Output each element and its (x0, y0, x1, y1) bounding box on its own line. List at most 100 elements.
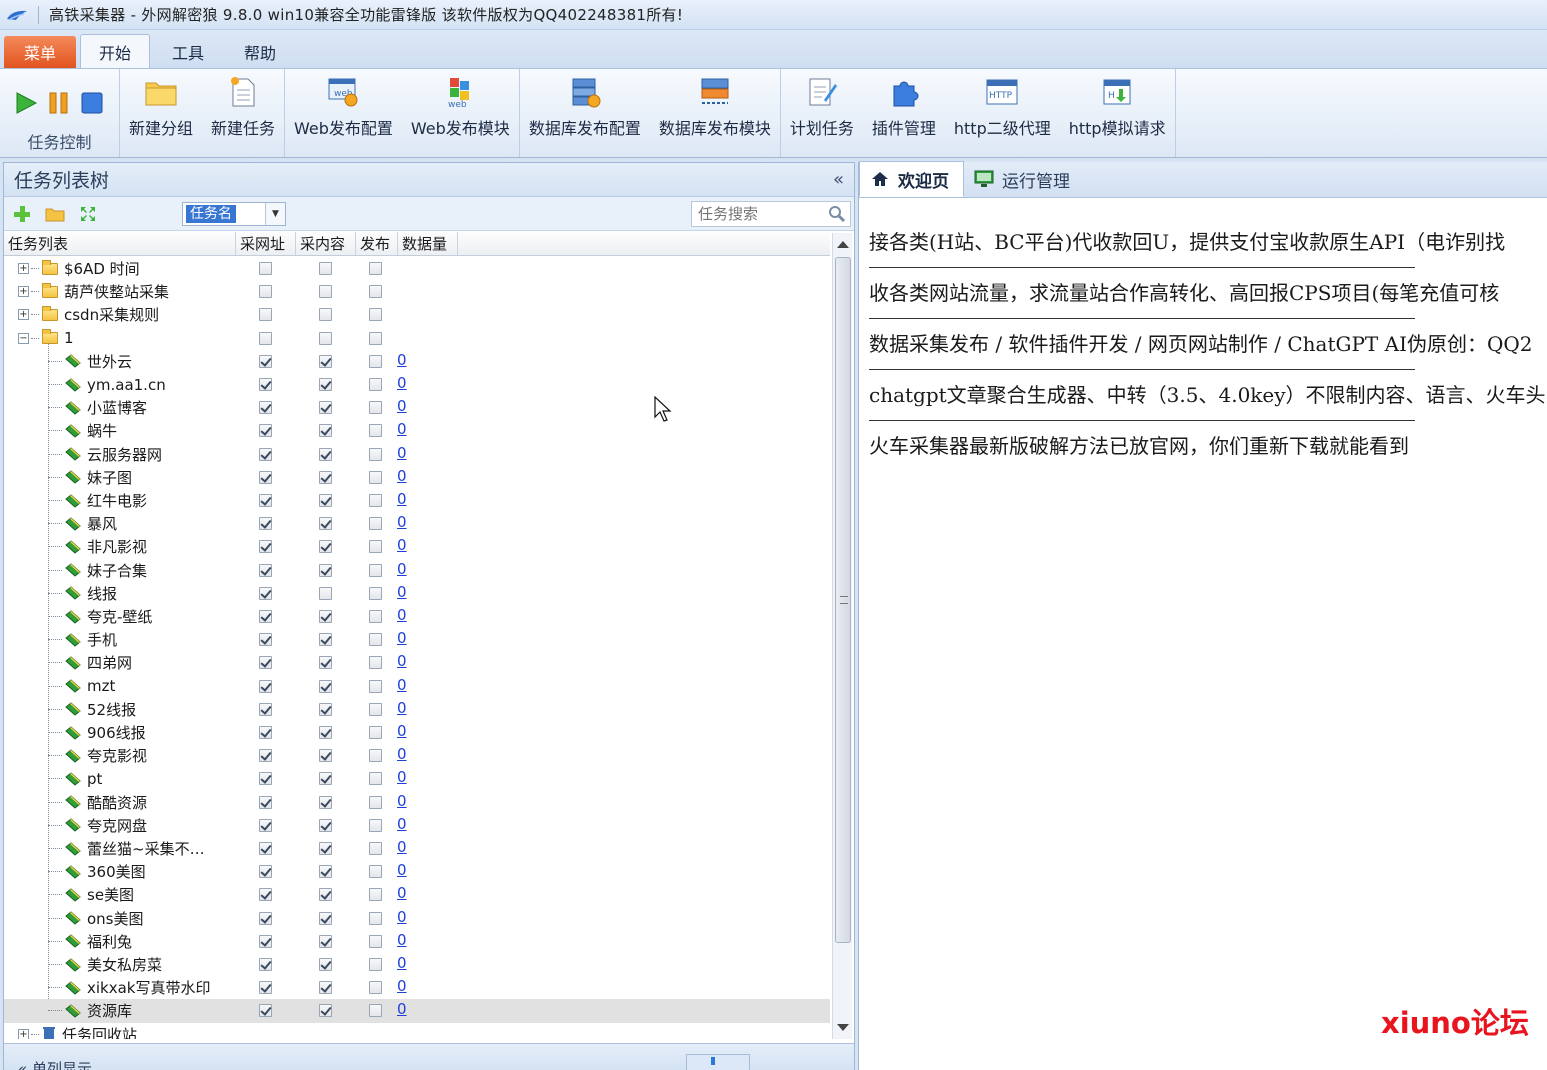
publish-checkbox[interactable] (369, 842, 382, 855)
data-count-link[interactable]: 0 (397, 745, 407, 763)
data-count-link[interactable]: 0 (397, 977, 407, 995)
collect-content-checkbox[interactable] (319, 517, 332, 531)
database-config-button[interactable]: 数据库发布配置 (520, 75, 650, 139)
data-count-link[interactable]: 0 (397, 629, 407, 647)
collect-url-checkbox[interactable] (259, 470, 272, 484)
publish-checkbox[interactable] (369, 679, 382, 693)
collect-content-checkbox[interactable] (319, 563, 332, 577)
publish-checkbox[interactable] (369, 888, 382, 902)
collect-content-checkbox[interactable] (319, 934, 332, 948)
collect-content-checkbox[interactable] (319, 958, 332, 971)
publish-checkbox[interactable] (369, 424, 382, 438)
data-count-link[interactable]: 0 (397, 560, 407, 578)
collect-url-checkbox[interactable] (259, 1004, 272, 1018)
collect-url-checkbox[interactable] (259, 424, 272, 438)
expander-icon[interactable]: + (18, 263, 29, 275)
collect-content-checkbox[interactable] (319, 424, 332, 438)
expander-icon[interactable]: − (18, 332, 29, 344)
collect-url-checkbox[interactable] (259, 586, 272, 600)
http-proxy-button[interactable]: HTTP http二级代理 (945, 75, 1060, 139)
task-row[interactable]: 906线报 0 (4, 721, 830, 744)
collect-url-checkbox[interactable] (259, 494, 272, 507)
collect-url-checkbox[interactable] (259, 563, 272, 577)
collect-url-checkbox[interactable] (259, 401, 272, 415)
collect-content-checkbox[interactable] (319, 818, 332, 832)
collect-url-checkbox[interactable] (259, 888, 272, 902)
publish-checkbox[interactable] (369, 586, 382, 600)
collect-content-checkbox[interactable] (319, 633, 332, 647)
task-row[interactable]: 线报 0 (4, 582, 830, 605)
data-count-link[interactable]: 0 (397, 351, 407, 369)
data-count-link[interactable]: 0 (397, 1000, 407, 1018)
task-row[interactable]: ym.aa1.cn 0 (4, 373, 830, 396)
data-count-link[interactable]: 0 (397, 420, 407, 438)
publish-checkbox[interactable] (369, 354, 382, 368)
data-count-link[interactable]: 0 (397, 908, 407, 926)
collect-url-checkbox[interactable] (259, 795, 272, 809)
collect-url-checkbox[interactable] (259, 354, 272, 368)
data-count-link[interactable]: 0 (397, 676, 407, 694)
collect-url-checkbox[interactable] (259, 702, 272, 716)
publish-checkbox[interactable] (369, 262, 382, 275)
collect-url-checkbox[interactable] (259, 656, 272, 670)
folder-row[interactable]: + csdn采集规则 (4, 303, 830, 326)
schedule-button[interactable]: 计划任务 (781, 75, 863, 139)
publish-checkbox[interactable] (369, 494, 382, 507)
collect-url-checkbox[interactable] (259, 540, 272, 554)
collect-url-checkbox[interactable] (259, 818, 272, 832)
collect-content-checkbox[interactable] (319, 494, 332, 507)
task-row[interactable]: 小蓝博客 0 (4, 396, 830, 419)
data-count-link[interactable]: 0 (397, 699, 407, 717)
tab-welcome[interactable]: 欢迎页 (859, 161, 964, 197)
collect-content-checkbox[interactable] (319, 911, 332, 925)
expander-icon[interactable]: + (18, 309, 29, 321)
collect-content-checkbox[interactable] (319, 285, 332, 299)
expand-all-icon[interactable] (78, 204, 98, 224)
data-count-link[interactable]: 0 (397, 722, 407, 740)
collect-content-checkbox[interactable] (319, 981, 332, 995)
stop-icon[interactable] (80, 91, 104, 119)
plugin-button[interactable]: 插件管理 (863, 75, 945, 139)
publish-checkbox[interactable] (369, 795, 382, 809)
publish-checkbox[interactable] (369, 285, 382, 299)
publish-checkbox[interactable] (369, 702, 382, 716)
task-row[interactable]: 夸克-壁纸 0 (4, 605, 830, 628)
database-module-button[interactable]: 数据库发布模块 (650, 75, 780, 139)
collect-url-checkbox[interactable] (259, 749, 272, 763)
collect-url-checkbox[interactable] (259, 865, 272, 879)
data-count-link[interactable]: 0 (397, 374, 407, 392)
collect-url-checkbox[interactable] (259, 726, 272, 739)
task-row[interactable]: 妹子图 0 (4, 466, 830, 489)
new-group-button[interactable]: 新建分组 (120, 75, 202, 139)
collect-content-checkbox[interactable] (319, 401, 332, 415)
collapse-panel-icon[interactable]: « (833, 169, 844, 190)
collect-content-checkbox[interactable] (319, 1004, 332, 1018)
collect-content-checkbox[interactable] (319, 447, 332, 461)
task-row[interactable]: 世外云 0 (4, 350, 830, 373)
publish-checkbox[interactable] (369, 470, 382, 484)
publish-checkbox[interactable] (369, 633, 382, 647)
task-row[interactable]: se美图 0 (4, 883, 830, 906)
data-count-link[interactable]: 0 (397, 652, 407, 670)
data-count-link[interactable]: 0 (397, 792, 407, 810)
collect-content-checkbox[interactable] (319, 378, 332, 391)
publish-checkbox[interactable] (369, 563, 382, 577)
collect-content-checkbox[interactable] (319, 540, 332, 554)
data-count-link[interactable]: 0 (397, 490, 407, 508)
task-row[interactable]: 福利兔 0 (4, 930, 830, 953)
task-row[interactable]: 52线报 0 (4, 698, 830, 721)
collect-content-checkbox[interactable] (319, 470, 332, 484)
data-count-link[interactable]: 0 (397, 606, 407, 624)
tab-start[interactable]: 开始 (80, 34, 151, 68)
task-row[interactable]: 蜗牛 0 (4, 419, 830, 442)
vertical-scrollbar[interactable] (832, 233, 852, 1039)
tab-run-management[interactable]: 运行管理 (964, 161, 1084, 197)
publish-checkbox[interactable] (369, 517, 382, 531)
footer-pin-button[interactable] (686, 1054, 750, 1070)
data-count-link[interactable]: 0 (397, 467, 407, 485)
task-row[interactable]: 暴风 0 (4, 512, 830, 535)
data-count-link[interactable]: 0 (397, 583, 407, 601)
task-row[interactable]: 手机 0 (4, 628, 830, 651)
collect-url-checkbox[interactable] (259, 934, 272, 948)
folder-row[interactable]: + $6AD 时间 (4, 257, 830, 280)
